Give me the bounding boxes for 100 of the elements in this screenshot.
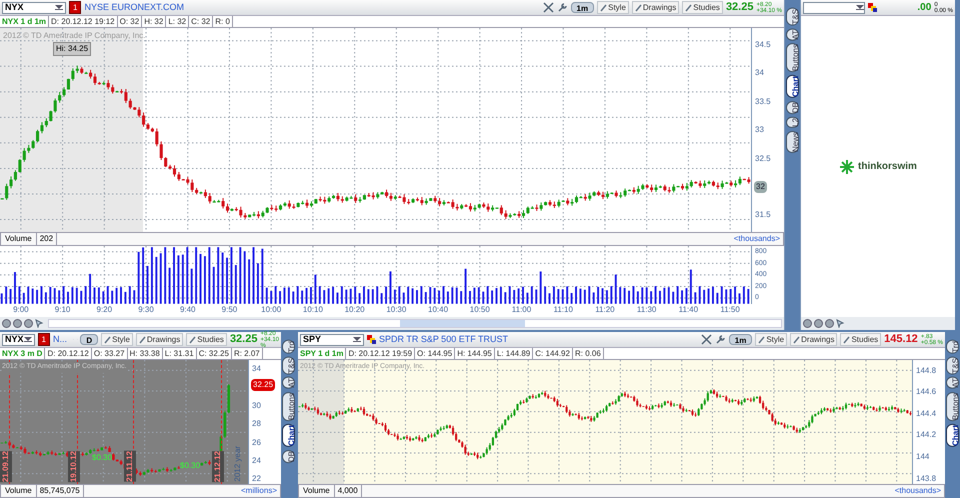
colored-squares-icon[interactable] — [868, 3, 877, 12]
pencil-icon — [138, 336, 146, 344]
ohlc-value: D: 20.12.12 19:59 — [346, 348, 416, 359]
current-price-label: 32.25 — [251, 379, 276, 392]
last-price: .00 — [917, 1, 932, 15]
aggregation-button[interactable]: 1m — [728, 334, 752, 345]
ohlc-value: C: 32 — [189, 16, 214, 27]
pencil-icon — [793, 336, 800, 344]
price-tick: 34 — [755, 67, 764, 80]
price-tick: 144.4 — [916, 408, 936, 420]
side-tab[interactable]: Buttons — [282, 392, 295, 422]
pencil-icon — [600, 4, 608, 12]
side-tab[interactable]: DB — [282, 450, 295, 464]
ohlc-value: D: 20.12.12 — [45, 348, 92, 359]
pencil-icon — [104, 336, 112, 344]
date-marker: 19.10.12 — [68, 450, 80, 482]
side-tab[interactable]: AT — [786, 28, 799, 40]
toolbar-button[interactable]: Style — [597, 1, 629, 14]
side-tab[interactable]: Buttons — [786, 43, 799, 72]
aggregation-button[interactable]: D — [80, 334, 98, 345]
side-tab[interactable]: T&S — [786, 8, 799, 26]
price-tick: 143.8 — [916, 472, 936, 485]
time-tick: 10:00 — [260, 304, 282, 316]
price-tick: 34 — [252, 363, 261, 376]
toolbar-button[interactable]: Drawings — [632, 1, 680, 14]
cursor-icon[interactable] — [836, 319, 845, 328]
alert-badge[interactable]: 1 — [69, 1, 82, 14]
time-tick: 9:50 — [220, 304, 238, 316]
price-tick: 144 — [916, 451, 930, 464]
time-tick: 11:30 — [636, 304, 658, 316]
price-tick: 33.5 — [755, 96, 771, 108]
side-tab[interactable]: T&S — [282, 356, 295, 374]
symbol-description[interactable]: N... — [52, 332, 67, 346]
side-tab[interactable]: Buttons — [946, 392, 959, 422]
time-tick: 11:10 — [552, 304, 574, 316]
zoom-in-icon[interactable] — [2, 319, 11, 328]
side-tab[interactable]: Chart — [282, 424, 295, 447]
toolbar-button[interactable]: Studies — [186, 333, 227, 346]
symbol-field[interactable] — [803, 2, 865, 14]
symbol-description[interactable]: NYSE EURONEXT.COM — [84, 0, 184, 14]
toolbar-button[interactable]: Style — [755, 333, 788, 346]
side-tab[interactable]: T&S — [946, 356, 959, 374]
dropdown-icon[interactable] — [856, 4, 864, 12]
aggregation-button[interactable]: 1m — [570, 2, 594, 13]
zoom-reset-icon[interactable] — [825, 319, 834, 328]
volume-label: Volume — [1, 233, 37, 246]
price-tick: 34.5 — [755, 39, 771, 52]
toolbar-button[interactable]: Studies — [682, 1, 723, 14]
price-tick: 31.5 — [755, 209, 771, 222]
zoom-in-icon[interactable] — [803, 319, 812, 328]
pencil-icon — [634, 4, 642, 12]
toolbar-button[interactable]: Drawings — [136, 333, 184, 346]
ohlc-value: R: 0 — [213, 16, 233, 27]
ohlc-value: L: 32 — [166, 16, 190, 27]
last-price: 32.25 — [230, 332, 258, 348]
time-tick: 11:50 — [719, 304, 741, 316]
dropdown-icon[interactable] — [24, 336, 32, 344]
price-tick: 144.2 — [916, 429, 936, 442]
side-tab[interactable]: L2 — [786, 117, 799, 128]
volume-value: 4,000 — [334, 485, 362, 497]
time-tick: 10:40 — [427, 304, 450, 316]
side-tab[interactable]: DB — [786, 101, 799, 114]
toolbar-button[interactable]: Studies — [840, 333, 882, 346]
symbol-field[interactable]: NYX — [2, 2, 66, 14]
pencil-icon — [685, 4, 692, 12]
scrollbar-thumb[interactable] — [400, 320, 525, 328]
starburst-logo-icon — [839, 158, 856, 174]
side-tab[interactable]: Trd — [946, 340, 959, 354]
side-tab[interactable]: AT — [946, 377, 959, 389]
toolbar-button[interactable]: Style — [101, 333, 133, 346]
zoom-reset-icon[interactable] — [24, 319, 33, 328]
side-tab[interactable]: Chart — [786, 75, 799, 98]
symbol-field[interactable]: NYX — [2, 334, 35, 346]
volume-value: 85,745,075 — [36, 485, 84, 497]
side-tab[interactable]: AT — [282, 377, 295, 389]
toolbar-button[interactable]: Drawings — [790, 333, 838, 346]
price-tick: 33 — [755, 124, 764, 136]
dropdown-icon[interactable] — [353, 336, 361, 344]
time-tick: 10:30 — [385, 304, 408, 316]
colored-squares-icon[interactable] — [367, 335, 376, 344]
time-tick: 9:40 — [178, 304, 197, 316]
side-tab[interactable]: Trd — [282, 340, 295, 354]
cursor-icon[interactable] — [35, 319, 44, 328]
zoom-out-icon[interactable] — [13, 319, 22, 328]
pencil-icon — [189, 336, 196, 344]
symbol-field[interactable]: SPY — [300, 334, 364, 346]
volume-units: <thousands> — [732, 233, 781, 246]
last-price: 145.12 — [884, 332, 918, 348]
ohlc-value: R: 2.07 — [232, 348, 263, 359]
symbol-description[interactable]: SPDR TR S&P 500 ETF TRUST — [379, 332, 508, 346]
price-tick: 30 — [252, 400, 261, 412]
horizontal-scrollbar[interactable] — [48, 319, 782, 328]
alert-badge[interactable]: 1 — [38, 333, 50, 346]
dropdown-icon[interactable] — [55, 4, 63, 12]
date-marker: 21.12.12 — [212, 450, 224, 482]
ohlc-value: SPY 1 d 1m — [298, 348, 346, 359]
side-tab[interactable]: Chart — [946, 424, 959, 447]
zoom-out-icon[interactable] — [814, 319, 823, 328]
side-tab[interactable]: News — [786, 131, 799, 154]
price-tick: 22 — [252, 473, 261, 486]
